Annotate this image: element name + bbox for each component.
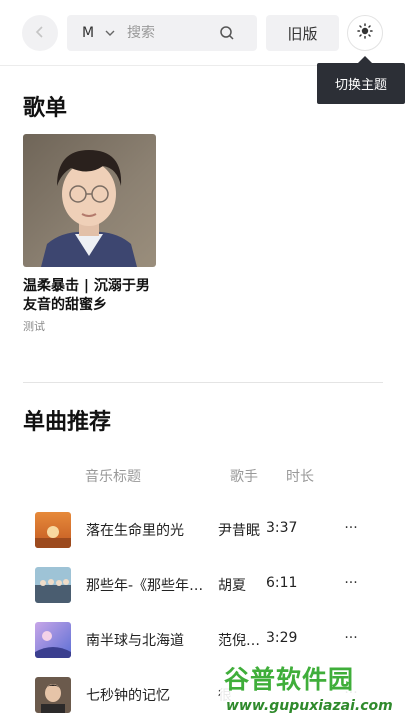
column-header-artist: 歌手 (230, 469, 258, 485)
search-icon[interactable] (219, 25, 235, 41)
song-row[interactable]: 落在生命里的光 尹昔眠 3:37 ··· (0, 507, 405, 553)
search-bar: M (67, 15, 257, 51)
old-version-button[interactable]: 旧版 (266, 15, 339, 51)
sun-icon (357, 23, 373, 43)
song-cover-image[interactable] (35, 622, 71, 658)
watermark-url: www.gupuxiazai.com (226, 698, 393, 714)
chevron-left-icon (35, 24, 45, 43)
watermark-logo: 谷普软件园 www.gupuxiazai.com (220, 656, 402, 720)
song-cover-image[interactable] (35, 567, 71, 603)
theme-tooltip: 切换主题 (317, 56, 405, 104)
song-title[interactable]: 那些年-《那些年，我们一起追的女孩》电影主题曲 (86, 575, 212, 595)
chevron-down-icon[interactable] (104, 27, 116, 39)
playlist-cover-image[interactable] (23, 134, 156, 267)
playlist-card[interactable]: 温柔暴击 | 沉溺于男友音的甜蜜乡 测试 (23, 134, 156, 334)
theme-toggle-button[interactable] (347, 15, 383, 51)
song-cover-image[interactable] (35, 677, 71, 713)
song-title[interactable]: 落在生命里的光 (86, 520, 212, 540)
song-title[interactable]: 七秒钟的记忆 (86, 685, 212, 705)
more-options-button[interactable]: ··· (341, 520, 361, 536)
top-bar: M 旧版 (0, 0, 405, 66)
more-options-button[interactable]: ··· (341, 630, 361, 646)
playlist-name[interactable]: 温柔暴击 | 沉溺于男友音的甜蜜乡 (23, 277, 156, 315)
songs-section-title: 单曲推荐 (23, 410, 112, 435)
search-source-selector[interactable]: M (82, 25, 96, 41)
song-duration: 3:37 (266, 520, 298, 536)
back-button[interactable] (22, 15, 58, 51)
watermark-text: 谷普软件园 (224, 665, 355, 694)
column-header-title: 音乐标题 (85, 469, 141, 485)
more-options-button[interactable]: ··· (341, 575, 361, 591)
song-artist[interactable]: 范倪Liu (218, 630, 266, 650)
song-title[interactable]: 南半球与北海道 (86, 630, 212, 650)
song-artist[interactable]: 胡夏 (218, 575, 266, 595)
column-header-duration: 时长 (286, 469, 314, 485)
song-cover-image[interactable] (35, 512, 71, 548)
song-row[interactable]: 那些年-《那些年，我们一起追的女孩》电影主题曲 胡夏 6:11 ··· (0, 562, 405, 608)
search-input[interactable] (127, 25, 213, 41)
section-divider (23, 382, 383, 383)
playlist-section-title: 歌单 (23, 96, 68, 121)
song-artist[interactable]: 尹昔眠 (218, 520, 266, 540)
playlist-description: 测试 (23, 320, 45, 333)
song-duration: 6:11 (266, 575, 298, 591)
song-duration: 3:29 (266, 630, 298, 646)
